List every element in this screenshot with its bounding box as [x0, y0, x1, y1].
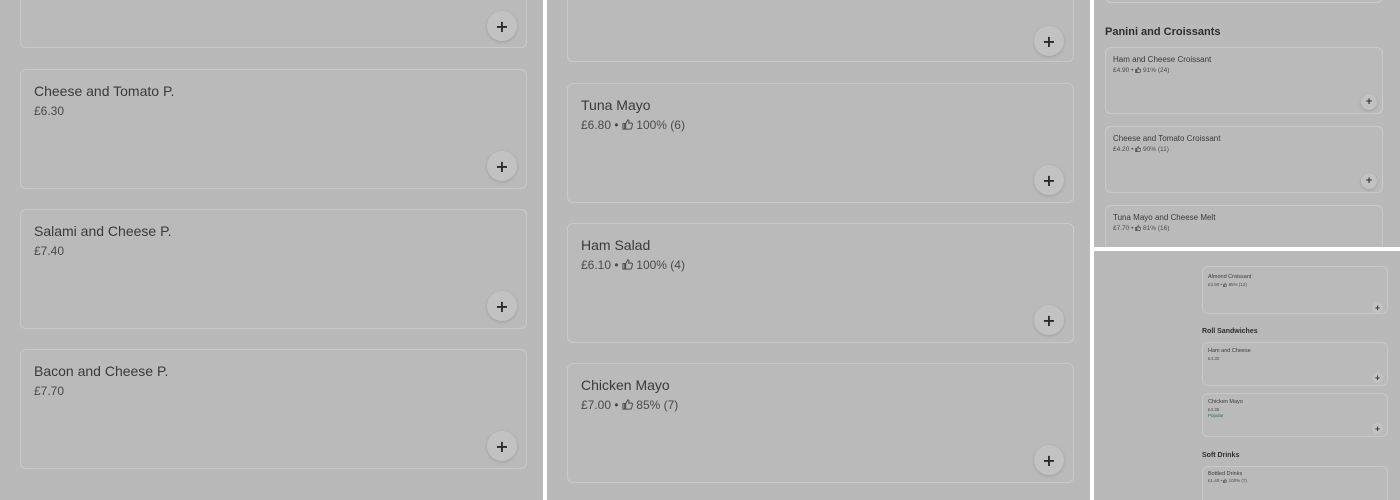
menu-item-price: £7.40	[34, 244, 65, 258]
menu-item-meta: £4.90 • 91% (24)	[1113, 67, 1169, 74]
menu-item-price: £6.80	[581, 118, 612, 132]
menu-panel-panini-croissants: Panini and Croissants Ham and Cheese Cro…	[1094, 0, 1400, 247]
menu-item-card[interactable]: Ham Salad £6.10 • 100% (4) +	[567, 223, 1074, 343]
menu-item-card[interactable]: Chicken Mayo £7.00 • 85% (7) +	[567, 363, 1074, 483]
thumbs-up-icon	[1135, 146, 1142, 152]
thumbs-up-icon	[1223, 283, 1228, 287]
menu-panel-sandwiches: + Tuna Mayo £6.80 • 100% (6) + Ham Salad…	[547, 0, 1090, 500]
menu-item-price: £7.70	[34, 384, 65, 398]
menu-item-name: Cheese and Tomato Croissant	[1113, 134, 1221, 143]
add-item-button[interactable]: +	[487, 431, 517, 461]
menu-item-rating: 100% (7)	[1228, 478, 1247, 483]
separator-dot: •	[1131, 225, 1134, 232]
menu-item-meta: £1.40 • 100% (7)	[1208, 478, 1247, 483]
menu-item-card[interactable]: Tuna Mayo and Cheese Melt £7.70 • 81% (1…	[1105, 205, 1383, 247]
section-heading: Soft Drinks	[1202, 452, 1240, 459]
menu-item-name: Salami and Cheese P.	[34, 223, 172, 239]
menu-item-name: Cheese and Tomato P.	[34, 83, 175, 99]
menu-panel-rolls-drinks: Almond Croissant £3.90 • 85% (12) + Roll…	[1094, 251, 1400, 500]
menu-item-card[interactable]: +	[20, 0, 527, 48]
separator-dot: •	[1131, 67, 1134, 74]
section-heading: Panini and Croissants	[1105, 26, 1221, 38]
add-item-button[interactable]: +	[1034, 165, 1064, 195]
menu-item-price: £3.90	[1208, 282, 1220, 287]
add-item-button[interactable]: +	[1361, 173, 1377, 189]
menu-item-meta: £6.10 • 100% (4)	[581, 258, 685, 272]
add-item-button[interactable]: +	[1372, 302, 1383, 313]
menu-item-meta: £7.70 • 81% (16)	[1113, 225, 1169, 232]
menu-item-price: £7.00	[581, 398, 612, 412]
section-heading: Roll Sandwiches	[1202, 328, 1258, 335]
menu-item-card[interactable]	[1105, 0, 1383, 3]
add-item-button[interactable]: +	[487, 291, 517, 321]
menu-item-card[interactable]: Ham and Cheese Croissant £4.90 • 91% (24…	[1105, 47, 1383, 114]
menu-item-name: Chicken Mayo	[581, 377, 670, 393]
menu-item-name: Bottled Drinks	[1208, 471, 1243, 477]
separator-dot: •	[1220, 478, 1223, 483]
menu-item-meta: £3.90 • 85% (12)	[1208, 282, 1247, 287]
add-item-button[interactable]: +	[487, 11, 517, 41]
menu-item-price: £6.10	[581, 258, 612, 272]
menu-item-card[interactable]: Cheese and Tomato P. £6.30 +	[20, 69, 527, 189]
menu-item-name: Ham Salad	[581, 237, 651, 253]
menu-item-rating: 91% (24)	[1143, 67, 1170, 74]
menu-item-price: £6.30	[34, 104, 65, 118]
menu-item-meta: £6.80 • 100% (6)	[581, 118, 685, 132]
add-item-button[interactable]: +	[487, 151, 517, 181]
menu-item-rating: 90% (11)	[1143, 146, 1169, 153]
menu-item-name: Ham and Cheese	[1208, 348, 1251, 354]
menu-item-card[interactable]: Salami and Cheese P. £7.40 +	[20, 209, 527, 329]
menu-item-card[interactable]: Ham and Cheese £4.30 +	[1202, 342, 1388, 386]
menu-item-price: £4.90	[1113, 67, 1130, 74]
menu-item-name: Tuna Mayo and Cheese Melt	[1113, 213, 1216, 222]
separator-dot: •	[614, 398, 619, 412]
menu-item-meta: £4.20 • 90% (11)	[1113, 146, 1169, 153]
menu-item-name: Ham and Cheese Croissant	[1113, 55, 1212, 64]
separator-dot: •	[614, 118, 619, 132]
menu-item-card[interactable]: Chicken Mayo £4.35 Popular +	[1202, 393, 1388, 437]
menu-item-rating: 81% (16)	[1143, 225, 1170, 232]
menu-item-rating: 100% (4)	[636, 258, 685, 272]
menu-item-name: Bacon and Cheese P.	[34, 363, 169, 379]
menu-item-name: Chicken Mayo	[1208, 399, 1243, 405]
menu-item-card[interactable]: Cheese and Tomato Croissant £4.20 • 90% …	[1105, 126, 1383, 193]
menu-item-name: Almond Croissant	[1208, 274, 1252, 280]
menu-item-price: £4.20	[1113, 146, 1130, 153]
thumbs-up-icon	[622, 119, 633, 130]
menu-item-name: Tuna Mayo	[581, 97, 651, 113]
thumbs-up-icon	[622, 399, 633, 410]
menu-item-card[interactable]: +	[567, 0, 1074, 62]
menu-item-price: £7.70	[1113, 225, 1130, 232]
add-item-button[interactable]: +	[1034, 305, 1064, 335]
menu-item-card[interactable]: Bacon and Cheese P. £7.70 +	[20, 349, 527, 469]
menu-item-card[interactable]: Tuna Mayo £6.80 • 100% (6) +	[567, 83, 1074, 203]
separator-dot: •	[1131, 146, 1134, 153]
menu-item-price: £1.40	[1208, 478, 1220, 483]
menu-item-rating: 85% (12)	[1228, 282, 1247, 287]
menu-item-rating: 100% (6)	[636, 118, 685, 132]
thumbs-up-icon	[1223, 479, 1228, 483]
add-item-button[interactable]: +	[1372, 423, 1383, 434]
thumbs-up-icon	[1135, 225, 1142, 231]
menu-item-card[interactable]: Bottled Drinks £1.40 • 100% (7)	[1202, 466, 1388, 500]
thumbs-up-icon	[622, 259, 633, 270]
popular-badge: Popular	[1208, 413, 1224, 418]
add-item-button[interactable]: +	[1361, 94, 1377, 110]
menu-item-card[interactable]: Almond Croissant £3.90 • 85% (12) +	[1202, 266, 1388, 314]
menu-item-rating: 85% (7)	[636, 398, 679, 412]
separator-dot: •	[1220, 282, 1223, 287]
menu-item-meta: £7.00 • 85% (7)	[581, 398, 678, 412]
menu-item-price: £4.30	[1208, 356, 1220, 361]
separator-dot: •	[614, 258, 619, 272]
thumbs-up-icon	[1135, 67, 1142, 73]
add-item-button[interactable]: +	[1034, 26, 1064, 56]
add-item-button[interactable]: +	[1372, 372, 1383, 383]
menu-item-price: £4.35	[1208, 407, 1220, 412]
menu-panel-paninis: + Cheese and Tomato P. £6.30 + Salami an…	[0, 0, 543, 500]
add-item-button[interactable]: +	[1034, 445, 1064, 475]
